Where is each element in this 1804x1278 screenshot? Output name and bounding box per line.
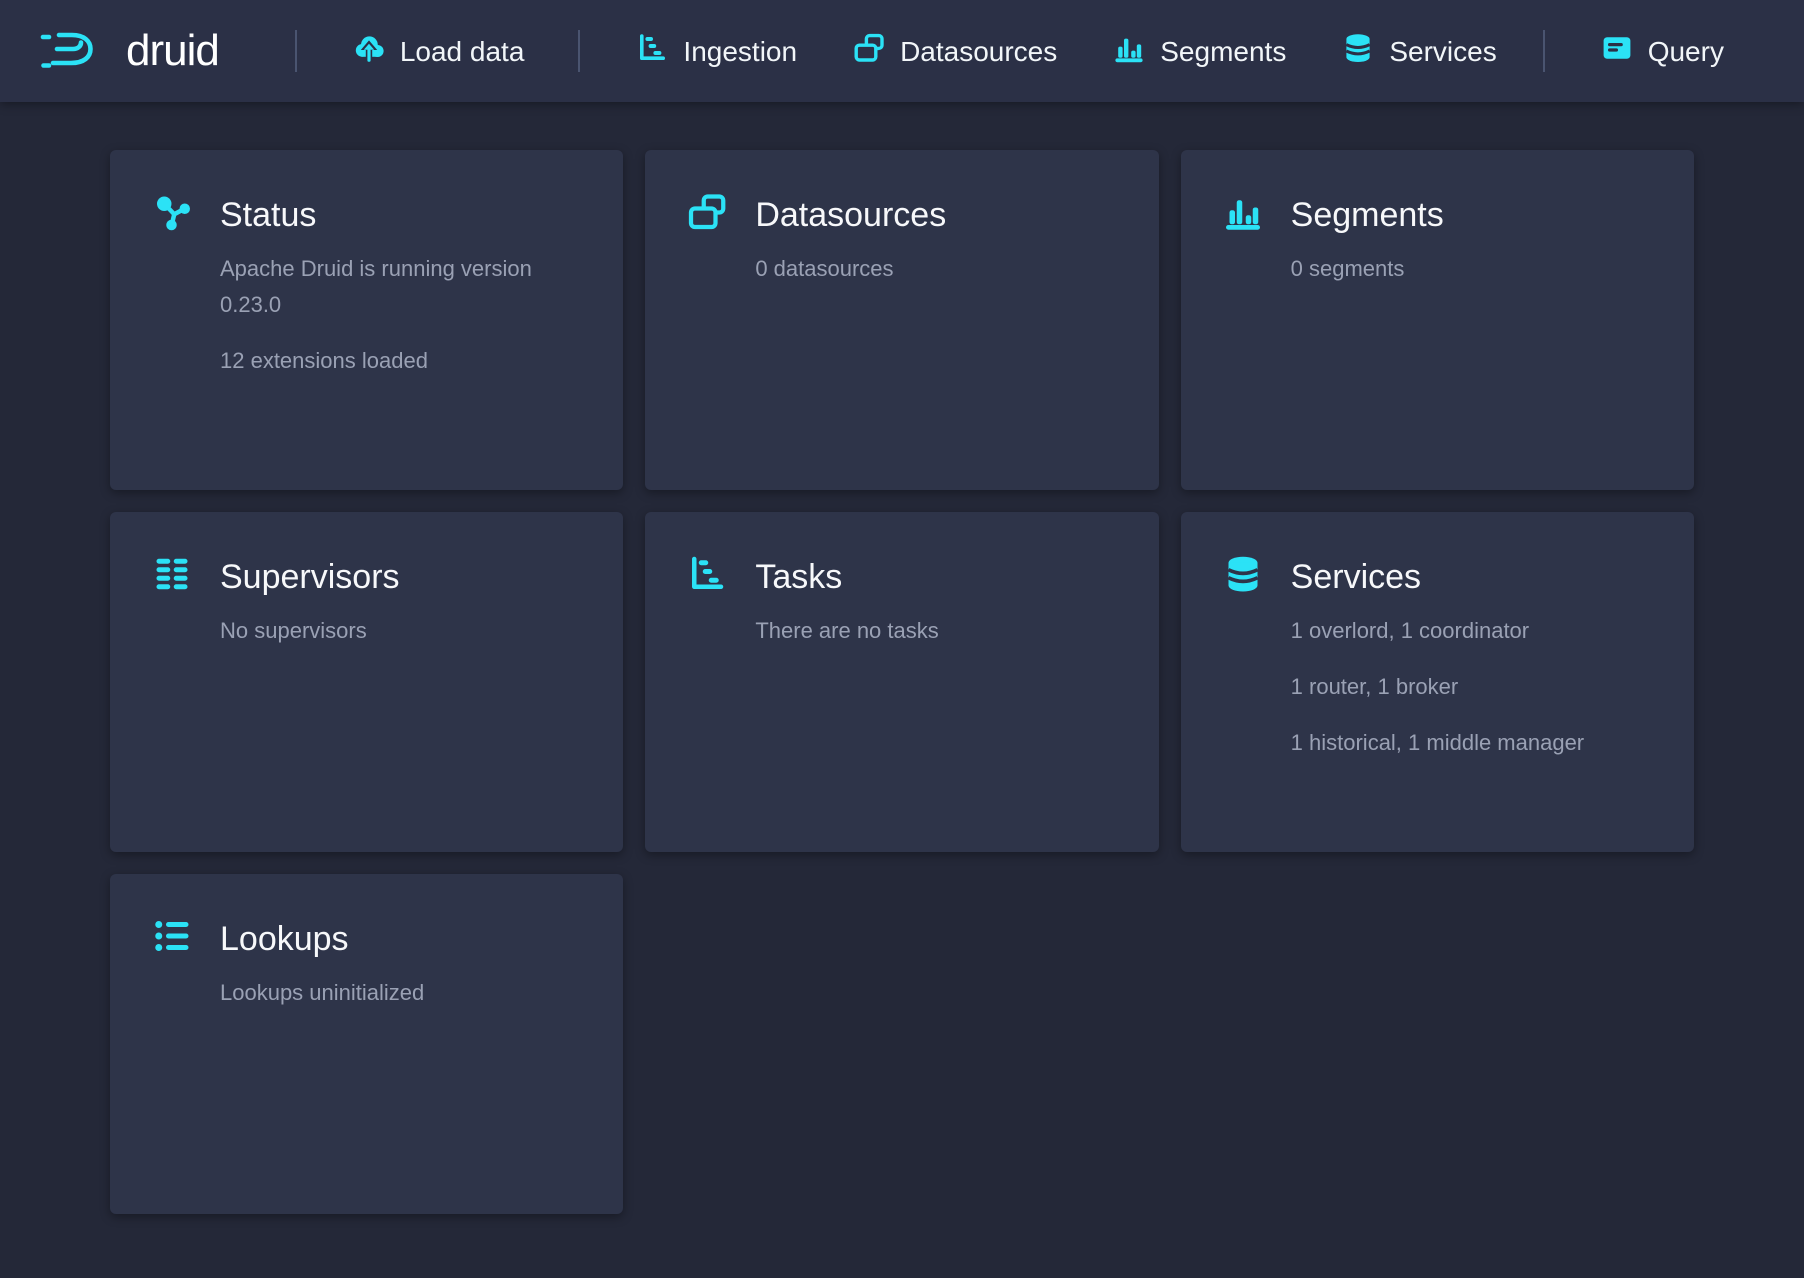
- nav-item-label: Segments: [1160, 36, 1286, 66]
- nav-item-datasources[interactable]: Datasources: [853, 32, 1057, 71]
- druid-logo-icon: [40, 28, 112, 75]
- application-icon: [1601, 32, 1633, 71]
- brand-home-link[interactable]: druid: [40, 26, 219, 76]
- card-title: Supervisors: [220, 555, 400, 599]
- card-title: Tasks: [755, 555, 842, 599]
- nav-item-label: Datasources: [900, 36, 1057, 66]
- card-title: Services: [1291, 555, 1421, 599]
- card-line: 0 datasources: [755, 251, 1116, 287]
- graph-icon: [152, 192, 192, 237]
- card-line: 1 router, 1 broker: [1291, 669, 1652, 705]
- card-line: 12 extensions loaded: [220, 343, 581, 379]
- card-title: Datasources: [755, 193, 946, 237]
- nav-divider: [578, 30, 580, 72]
- nav-item-label: Query: [1648, 36, 1724, 66]
- home-cards-grid: Status Apache Druid is running version 0…: [110, 150, 1694, 1214]
- list-columns-icon: [152, 554, 192, 599]
- card-line: Lookups uninitialized: [220, 975, 581, 1011]
- nav-item-load-data[interactable]: Load data: [353, 32, 525, 71]
- gantt-chart-icon: [636, 32, 668, 71]
- nav-divider: [295, 30, 297, 72]
- card-datasources[interactable]: Datasources 0 datasources: [645, 150, 1158, 490]
- grouped-bar-chart-icon: [1223, 192, 1263, 237]
- grouped-bar-chart-icon: [1113, 32, 1145, 71]
- card-status[interactable]: Status Apache Druid is running version 0…: [110, 150, 623, 490]
- nav-divider: [1543, 30, 1545, 72]
- gantt-chart-icon: [687, 554, 727, 599]
- card-segments[interactable]: Segments 0 segments: [1181, 150, 1694, 490]
- nav-item-label: Services: [1389, 36, 1496, 66]
- card-lookups[interactable]: Lookups Lookups uninitialized: [110, 874, 623, 1214]
- cloud-upload-icon: [353, 32, 385, 71]
- card-title: Segments: [1291, 193, 1444, 237]
- card-line: 1 overlord, 1 coordinator: [1291, 613, 1652, 649]
- navbar: druid Load data Ingestion Datasources Se…: [0, 0, 1804, 102]
- properties-icon: [152, 916, 192, 961]
- card-line: There are no tasks: [755, 613, 1116, 649]
- database-icon: [1223, 554, 1263, 599]
- multi-select-icon: [687, 192, 727, 237]
- card-supervisors[interactable]: Supervisors No supervisors: [110, 512, 623, 852]
- card-services[interactable]: Services 1 overlord, 1 coordinator 1 rou…: [1181, 512, 1694, 852]
- nav-item-services[interactable]: Services: [1342, 32, 1496, 71]
- card-title: Status: [220, 193, 316, 237]
- nav-item-query[interactable]: Query: [1601, 32, 1724, 71]
- card-tasks[interactable]: Tasks There are no tasks: [645, 512, 1158, 852]
- nav-item-label: Load data: [400, 36, 525, 66]
- card-line: Apache Druid is running version 0.23.0: [220, 251, 581, 323]
- nav-item-ingestion[interactable]: Ingestion: [636, 32, 797, 71]
- nav-item-segments[interactable]: Segments: [1113, 32, 1286, 71]
- card-title: Lookups: [220, 917, 349, 961]
- brand-wordmark: druid: [126, 26, 219, 76]
- multi-select-icon: [853, 32, 885, 71]
- card-line: 1 historical, 1 middle manager: [1291, 725, 1652, 761]
- nav-item-label: Ingestion: [683, 36, 797, 66]
- card-line: No supervisors: [220, 613, 581, 649]
- card-line: 0 segments: [1291, 251, 1652, 287]
- database-icon: [1342, 32, 1374, 71]
